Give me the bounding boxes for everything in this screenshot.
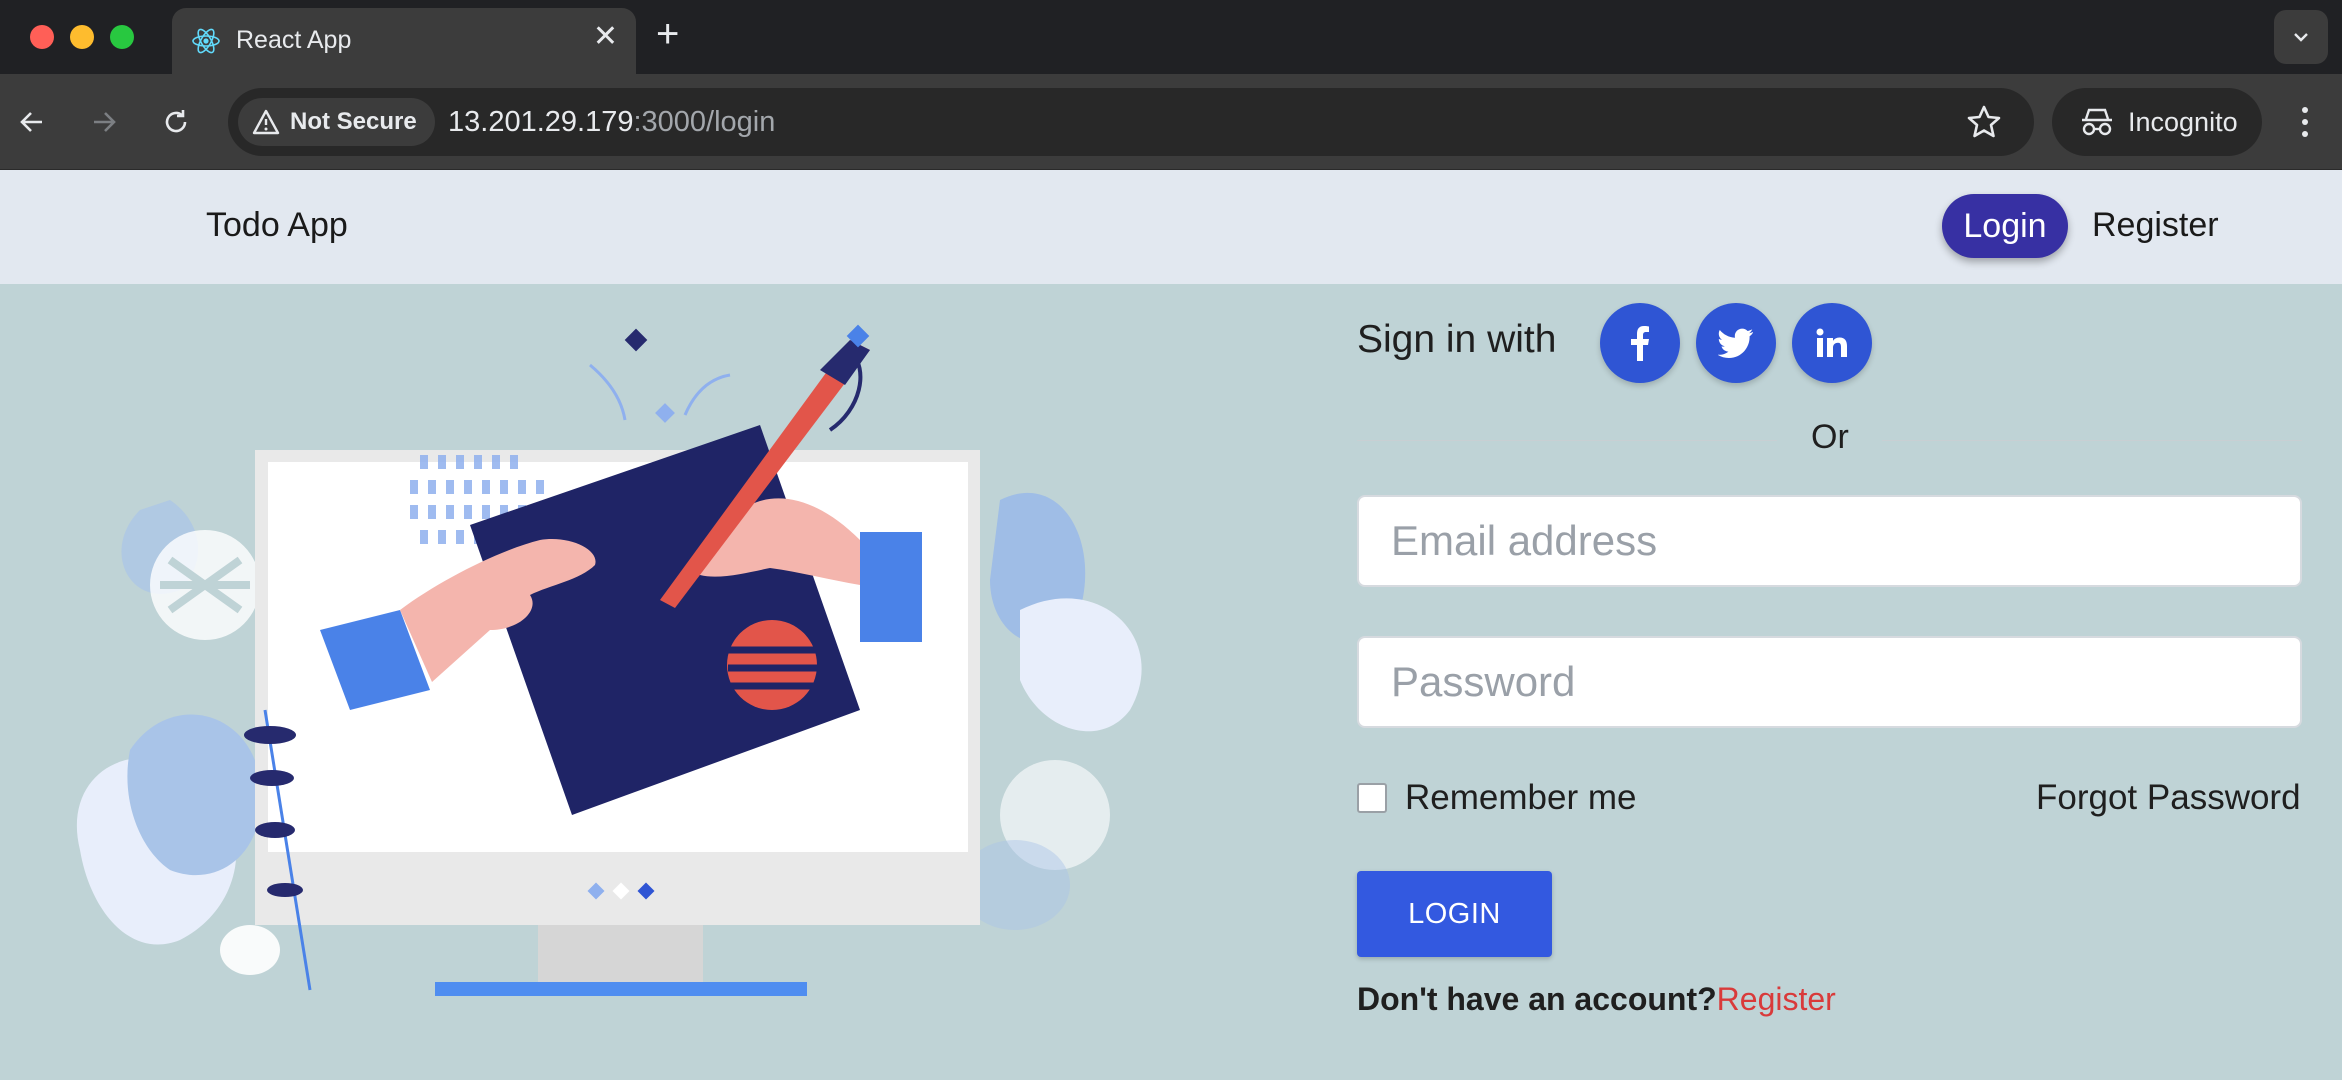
app-navbar: Todo App Login Register [0, 170, 2342, 284]
divider-line-right [1882, 440, 2302, 441]
address-bar[interactable]: Not Secure 13.201.29.179:3000/login [228, 88, 2034, 156]
login-illustration [76, 324, 1142, 996]
remember-me-label: Remember me [1405, 778, 1637, 817]
bookmark-star-icon[interactable] [1964, 102, 2004, 142]
browser-toolbar: Not Secure 13.201.29.179:3000/login Inco… [0, 74, 2342, 170]
url-path: :3000/login [633, 106, 776, 138]
twitter-signin-button[interactable] [1696, 303, 1776, 383]
remember-me-checkbox[interactable] [1357, 783, 1387, 813]
or-divider: Or [1357, 418, 2302, 462]
arrow-left-icon [20, 112, 42, 132]
brand-title[interactable]: Todo App [206, 206, 348, 245]
forgot-password-link[interactable]: Forgot Password [2036, 778, 2301, 818]
nav-register-link[interactable]: Register [2092, 206, 2219, 245]
twitter-icon [1718, 328, 1753, 358]
incognito-label: Incognito [2128, 106, 2238, 137]
incognito-indicator[interactable]: Incognito [2052, 88, 2262, 156]
reload-icon [165, 110, 187, 133]
email-field[interactable] [1357, 495, 2302, 587]
remember-me[interactable]: Remember me [1357, 778, 1636, 818]
tab-close-icon[interactable]: ✕ [593, 22, 618, 52]
password-field[interactable] [1357, 636, 2302, 728]
tab-search-button[interactable] [2274, 10, 2328, 64]
chevron-down-icon [2294, 33, 2308, 42]
url-host: 13.201.29.179 [448, 106, 634, 138]
window-minimize-button[interactable] [70, 25, 94, 49]
window-close-button[interactable] [30, 25, 54, 49]
browser-tab-bar: React App ✕ + [0, 0, 2342, 74]
reload-button[interactable] [152, 98, 200, 146]
signin-with-text: Sign in with [1357, 318, 1557, 361]
no-account-text: Don't have an account?Register [1357, 981, 1836, 1018]
tab-title: React App [236, 26, 352, 54]
nav-login-button[interactable]: Login [1942, 194, 2068, 258]
warning-icon [252, 109, 280, 135]
no-account-label: Don't have an account? [1357, 981, 1717, 1017]
login-button[interactable]: LOGIN [1357, 871, 1552, 957]
browser-menu-button[interactable] [2290, 98, 2320, 146]
new-tab-icon[interactable]: + [656, 14, 679, 54]
divider-line-left [1357, 440, 1777, 441]
browser-tab[interactable]: React App ✕ [172, 8, 636, 74]
linkedin-icon [1816, 328, 1847, 357]
security-label: Not Secure [290, 108, 417, 135]
forward-button[interactable] [80, 98, 128, 146]
site-info-chip[interactable]: Not Secure [238, 98, 435, 146]
react-logo-icon [192, 28, 220, 54]
facebook-signin-button[interactable] [1600, 303, 1680, 383]
register-link[interactable]: Register [1717, 981, 1836, 1017]
url-text: 13.201.29.179:3000/login [448, 106, 775, 139]
back-button[interactable] [8, 98, 56, 146]
incognito-icon [2082, 108, 2112, 136]
linkedin-signin-button[interactable] [1792, 303, 1872, 383]
or-text: Or [1811, 418, 1849, 456]
arrow-right-icon [94, 112, 116, 132]
window-maximize-button[interactable] [110, 25, 134, 49]
facebook-icon [1631, 326, 1649, 361]
